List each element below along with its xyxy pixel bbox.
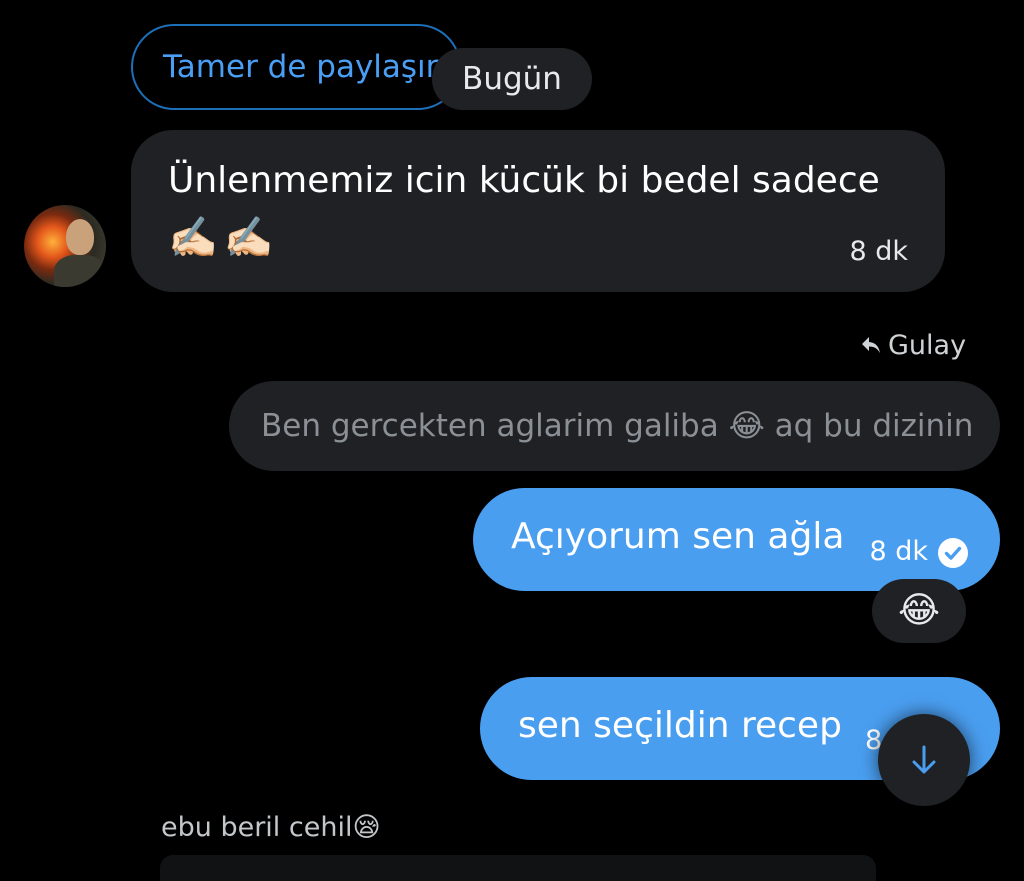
shared-by-pill[interactable]: Tamer de paylaşır	[131, 24, 461, 110]
arrow-down-icon	[912, 745, 936, 774]
reply-arrow-icon	[862, 337, 880, 353]
outgoing-message-time: 8 dk	[869, 536, 928, 567]
next-message-bubble-edge	[160, 855, 876, 881]
next-message-preview-text: ebu beril cehil😪	[161, 812, 381, 843]
avatar[interactable]	[24, 205, 106, 287]
check-circle-icon	[938, 538, 968, 568]
reply-label: Gulay	[888, 330, 967, 361]
quoted-message-text: Ben gercekten aglarim galiba 😂 aq bu diz…	[261, 408, 974, 444]
date-separator: Bugün	[432, 48, 592, 110]
scroll-to-bottom-button[interactable]	[878, 714, 970, 806]
avatar-body	[54, 255, 106, 287]
incoming-message-text: Ünlenmemiz icin kücük bi bedel sadece	[168, 160, 880, 201]
shared-by-label: Tamer de paylaşır	[163, 49, 439, 85]
avatar-face	[66, 219, 94, 255]
date-separator-label: Bugün	[462, 61, 562, 97]
incoming-message-bubble[interactable]: Ünlenmemiz icin kücük bi bedel sadece ✍🏻…	[131, 130, 945, 292]
reply-indicator: Gulay	[860, 330, 966, 361]
reaction-emoji: 😂	[897, 590, 941, 631]
next-message-preview[interactable]: ebu beril cehil😪	[161, 812, 381, 843]
incoming-message-emoji: ✍🏻✍🏻	[168, 215, 280, 261]
incoming-message-time: 8 dk	[849, 236, 908, 267]
outgoing-message-bubble[interactable]: Açıyorum sen ağla 8 dk	[473, 488, 1000, 591]
message-reaction[interactable]: 😂	[872, 579, 966, 643]
outgoing-message-text: Açıyorum sen ağla	[511, 516, 845, 557]
quoted-message[interactable]: Ben gercekten aglarim galiba 😂 aq bu diz…	[229, 381, 1000, 471]
outgoing-message-text: sen seçildin recep	[518, 705, 842, 746]
